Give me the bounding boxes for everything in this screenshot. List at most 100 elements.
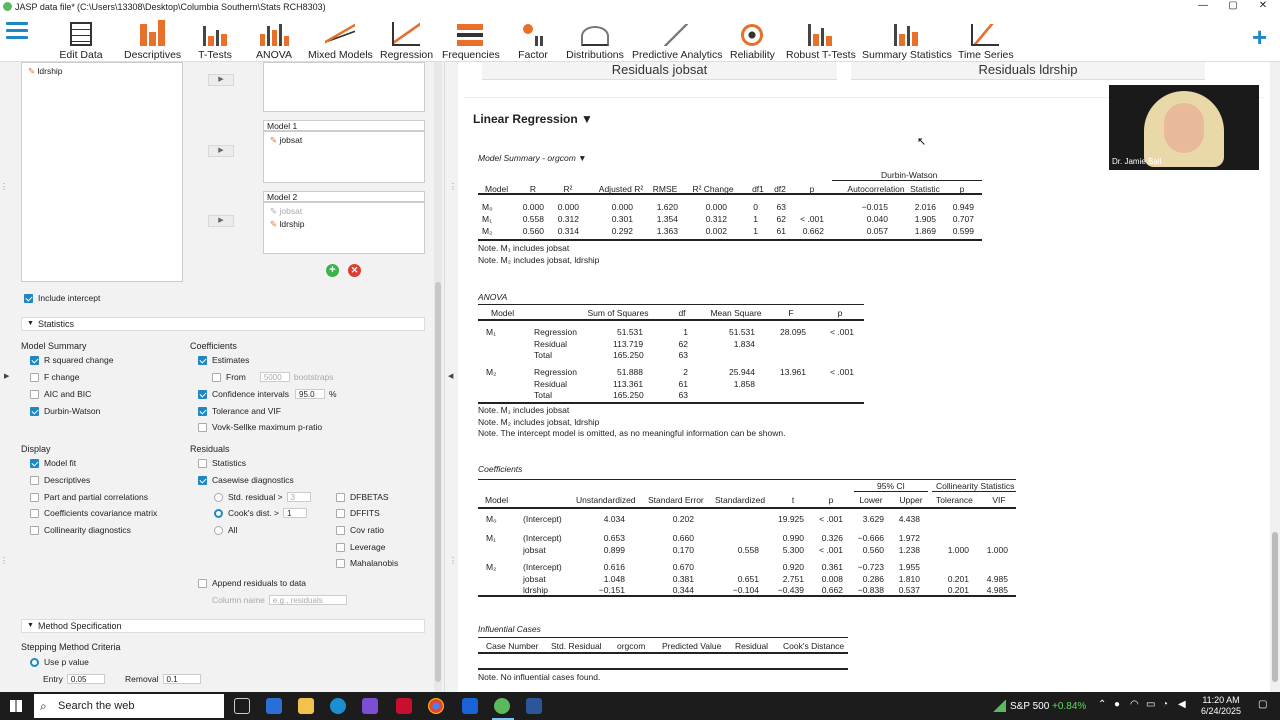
casewise-diagnostics-checkbox[interactable]: Casewise diagnostics <box>198 475 294 485</box>
std-residual-input[interactable]: 3 <box>286 492 311 502</box>
drag-handle-icon[interactable]: ⋮ <box>449 556 457 565</box>
linear-regression-title[interactable]: Linear Regression ▼ <box>473 112 593 126</box>
removal-field[interactable]: Removal 0.1 <box>125 674 201 684</box>
tolerance-vif-checkbox[interactable]: Tolerance and VIF <box>198 406 281 416</box>
variables-list[interactable]: ✎ ldrship <box>21 62 183 282</box>
app-icon[interactable] <box>396 698 412 714</box>
task-view-icon[interactable] <box>234 698 250 714</box>
list-item[interactable]: ✎ ldrship <box>28 66 63 77</box>
ribbon-anova[interactable]: ANOVA <box>256 18 292 61</box>
remove-model-icon[interactable]: ✕ <box>348 264 361 277</box>
edge-icon[interactable] <box>330 698 346 714</box>
volume-icon[interactable]: ◀ <box>1178 699 1186 710</box>
use-p-value-radio[interactable]: Use p value <box>30 657 89 667</box>
notifications-icon[interactable]: ▢ <box>1258 699 1267 710</box>
cooks-distance-input[interactable]: 1 <box>283 508 307 518</box>
std-residual-radio[interactable]: Std. residual >3 <box>214 492 311 502</box>
ribbon-distributions[interactable]: Distributions <box>566 18 624 61</box>
residual-statistics-checkbox[interactable]: Statistics <box>198 458 246 468</box>
coefficients-title[interactable]: Coefficients <box>478 464 522 474</box>
estimates-checkbox[interactable]: Estimates <box>198 355 249 365</box>
entry-field[interactable]: Entry 0.05 <box>43 674 105 684</box>
ribbon-regression[interactable]: Regression <box>380 18 433 61</box>
chrome-icon[interactable] <box>428 698 444 714</box>
collinearity-diagnostics-checkbox[interactable]: Collinearity diagnostics <box>30 525 131 535</box>
model-fit-checkbox[interactable]: Model fit <box>30 458 76 468</box>
mahalanobis-checkbox[interactable]: Mahalanobis <box>336 558 398 568</box>
aic-bic-checkbox[interactable]: AIC and BIC <box>30 389 91 399</box>
zoom-icon[interactable] <box>462 698 478 714</box>
menu-hamburger-icon[interactable] <box>6 22 28 43</box>
store-icon[interactable] <box>266 698 282 714</box>
method-specification-section-header[interactable]: Method Specification <box>21 619 425 633</box>
assign-arrow-button[interactable]: ▶ <box>208 215 234 227</box>
results-scrollbar[interactable] <box>1270 62 1280 692</box>
close-button[interactable]: ✕ <box>1248 0 1278 11</box>
cov-ratio-checkbox[interactable]: Cov ratio <box>336 525 384 535</box>
ribbon-predictive-analytics[interactable]: Predictive Analytics <box>632 18 722 61</box>
coefficients-covariance-checkbox[interactable]: Coefficients covariance matrix <box>30 508 157 518</box>
ribbon-factor[interactable]: Factor <box>516 18 550 61</box>
list-item[interactable]: ✎ ldrship <box>270 219 305 230</box>
leverage-checkbox[interactable]: Leverage <box>336 542 385 552</box>
removal-input[interactable]: 0.1 <box>162 674 201 684</box>
ribbon-descriptives[interactable]: Descriptives <box>124 18 181 61</box>
append-residuals-checkbox[interactable]: Append residuals to data <box>198 578 306 588</box>
add-module-plus-icon[interactable]: + <box>1252 24 1267 50</box>
vovk-sellke-checkbox[interactable]: Vovk-Sellke maximum p-ratio <box>198 422 322 432</box>
ribbon-time-series[interactable]: Time Series <box>958 18 1014 61</box>
descriptives-checkbox[interactable]: Descriptives <box>30 475 90 485</box>
model1-box[interactable]: ✎ jobsat <box>263 131 425 183</box>
confidence-intervals-checkbox[interactable]: Confidence intervals 95.0% <box>198 389 337 399</box>
assign-arrow-button[interactable]: ▶ <box>208 74 234 86</box>
jasp-taskbar-icon[interactable] <box>494 698 510 714</box>
r-squared-change-checkbox[interactable]: R squared change <box>30 355 113 365</box>
collapse-left-arrow-icon[interactable]: ▶ <box>4 372 9 380</box>
statistics-section-header[interactable]: Statistics <box>21 317 425 331</box>
column-name-input[interactable]: e.g., residuals <box>268 595 347 605</box>
ribbon-t-tests[interactable]: T-Tests <box>196 18 234 61</box>
drag-handle-icon[interactable]: ⋮ <box>449 182 457 191</box>
ribbon-edit-data[interactable]: Edit Data <box>58 18 104 61</box>
file-explorer-icon[interactable] <box>298 698 314 714</box>
ribbon-frequencies[interactable]: Frequencies <box>442 18 500 61</box>
maximize-button[interactable]: ▢ <box>1218 0 1248 11</box>
list-item[interactable]: ✎ jobsat <box>270 206 302 217</box>
assign-arrow-button[interactable]: ▶ <box>208 145 234 157</box>
ribbon-mixed-models[interactable]: Mixed Models <box>308 18 373 61</box>
ci-level-input[interactable]: 95.0 <box>295 389 326 399</box>
entry-input[interactable]: 0.05 <box>66 674 105 684</box>
cooks-distance-radio[interactable]: Cook's dist. >1 <box>214 508 307 518</box>
model-summary-title[interactable]: Model Summary - orgcom ▼ <box>478 153 587 163</box>
all-cases-radio[interactable]: All <box>214 525 237 535</box>
model0-box[interactable] <box>263 62 425 112</box>
collapse-right-arrow-icon[interactable]: ◀ <box>448 372 453 380</box>
column-name-field[interactable]: Column name e.g., residuals <box>212 595 347 605</box>
ribbon-summary-statistics[interactable]: Summary Statistics <box>862 18 952 61</box>
bootstraps-input[interactable]: 5000 <box>259 372 290 382</box>
display-icon[interactable]: ▭ <box>1146 699 1155 710</box>
minimize-button[interactable]: — <box>1188 0 1218 11</box>
model2-box[interactable]: ✎ jobsat ✎ ldrship <box>263 202 425 254</box>
drag-handle-icon[interactable]: ⋮ <box>0 556 8 570</box>
word-icon[interactable] <box>526 698 542 714</box>
drag-handle-icon[interactable]: ⋮ <box>0 182 8 196</box>
microphone-icon[interactable]: ● <box>1114 699 1120 710</box>
list-item[interactable]: ✎ jobsat <box>270 135 302 146</box>
taskbar-search-input[interactable]: ⌕ Search the web <box>34 694 224 718</box>
wifi-icon[interactable]: ◔ <box>1162 699 1168 710</box>
panel-splitter[interactable]: ⋮ ◀ ⋮ <box>444 62 458 692</box>
dffits-checkbox[interactable]: DFFITS <box>336 508 380 518</box>
options-scrollbar[interactable] <box>434 62 442 692</box>
windows-start-icon[interactable] <box>10 700 22 712</box>
ribbon-reliability[interactable]: Reliability <box>730 18 775 61</box>
durbin-watson-checkbox[interactable]: Durbin-Watson <box>30 406 100 416</box>
tray-chevron-icon[interactable]: ⌃ <box>1098 699 1106 710</box>
ribbon-robust-t-tests[interactable]: Robust T-Tests <box>786 18 856 61</box>
f-change-checkbox[interactable]: F change <box>30 372 79 382</box>
from-bootstraps-checkbox[interactable]: From 5000 bootstraps <box>212 372 334 382</box>
copilot-icon[interactable] <box>362 698 378 714</box>
anova-title[interactable]: ANOVA <box>478 292 507 302</box>
network-icon[interactable]: ◠ <box>1130 699 1139 710</box>
clock[interactable]: 11:20 AM 6/24/2025 <box>1196 695 1246 717</box>
